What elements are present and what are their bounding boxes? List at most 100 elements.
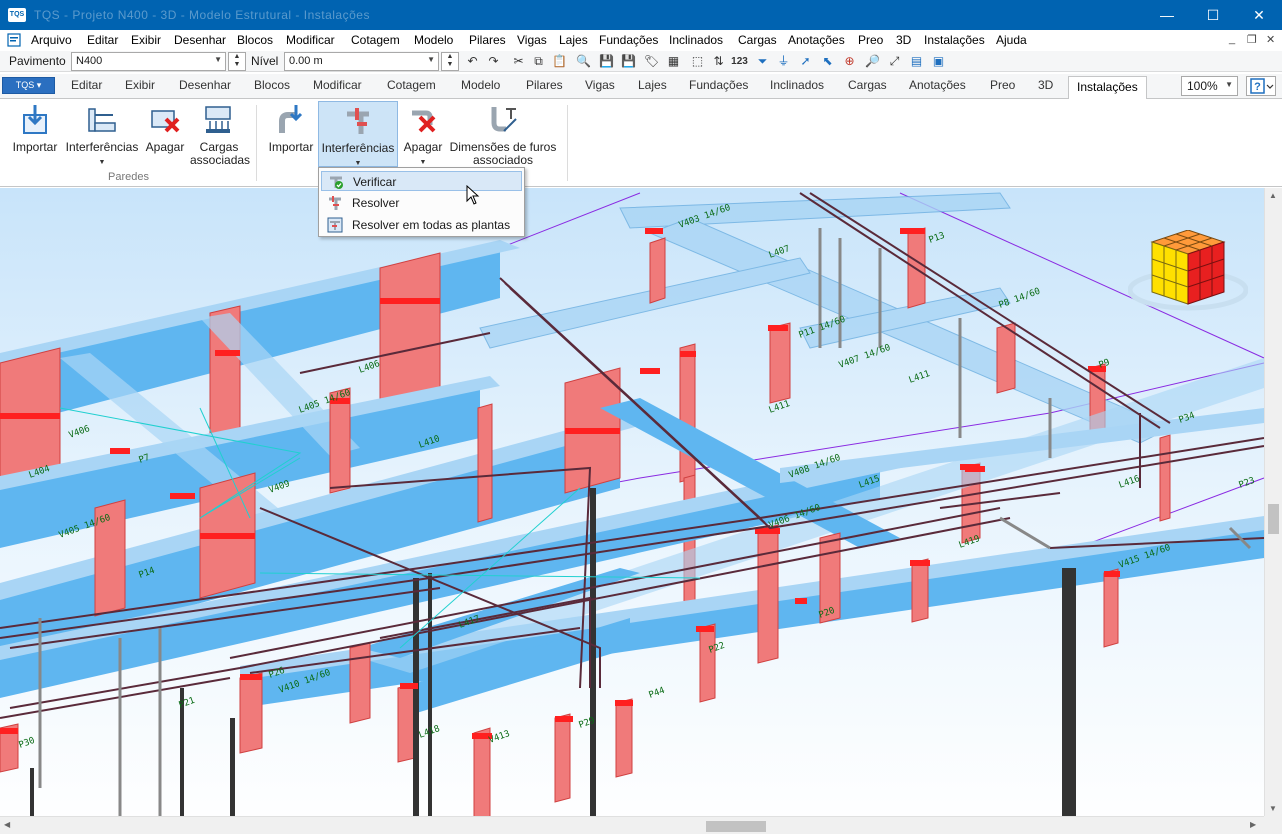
menu-modificar[interactable]: Modificar	[286, 33, 335, 47]
tab-cotagem[interactable]: Cotagem	[387, 78, 436, 92]
3d-viewport[interactable]: V403 14/60 L407 P13 P11 14/60 V407 14/60…	[0, 188, 1282, 834]
pipe-interference-icon	[341, 104, 375, 138]
menu-modelo[interactable]: Modelo	[414, 33, 453, 47]
minimize-button[interactable]: —	[1144, 0, 1190, 30]
nivel-select[interactable]: 0.00 m ▼	[284, 52, 439, 71]
menu-cargas[interactable]: Cargas	[738, 33, 777, 47]
document-icon[interactable]	[7, 33, 23, 48]
save-all-icon[interactable]: 💾	[620, 53, 637, 70]
tab-editar[interactable]: Editar	[71, 78, 102, 92]
save-icon[interactable]: 💾	[598, 53, 615, 70]
redo-icon[interactable]: ↷	[485, 53, 502, 70]
undo-icon[interactable]: ↶	[464, 53, 481, 70]
menu-vigas[interactable]: Vigas	[517, 33, 547, 47]
menu-anotacoes[interactable]: Anotações	[788, 33, 845, 47]
horizontal-scrollbar[interactable]: ◀ ▶	[0, 816, 1264, 834]
tubulacoes-importar-button[interactable]: Importar	[264, 101, 318, 154]
menu-ajuda[interactable]: Ajuda	[996, 33, 1027, 47]
tubulacoes-interferencias-button[interactable]: Interferências ▼	[318, 101, 398, 167]
nivel-spinner[interactable]: ▲ ▼	[441, 52, 459, 71]
tab-exibir[interactable]: Exibir	[125, 78, 155, 92]
tab-pilares[interactable]: Pilares	[526, 78, 563, 92]
tab-vigas[interactable]: Vigas	[585, 78, 615, 92]
mouse-cursor-icon	[466, 185, 480, 205]
tag-icon[interactable]: 🏷	[643, 53, 660, 70]
tab-desenhar[interactable]: Desenhar	[179, 78, 231, 92]
mdi-close-button[interactable]: ✕	[1266, 33, 1275, 46]
paredes-apagar-button[interactable]: Apagar	[142, 101, 188, 154]
tubulacoes-apagar-button[interactable]: Apagar ▼	[400, 101, 446, 169]
tab-inclinados[interactable]: Inclinados	[770, 78, 824, 92]
menu-item-resolver[interactable]: Resolver	[321, 193, 522, 213]
redraw-icon[interactable]: ▣	[930, 53, 947, 70]
maximize-button[interactable]: ☐	[1190, 0, 1236, 30]
layers-icon[interactable]: ▦	[665, 53, 682, 70]
tab-cargas[interactable]: Cargas	[848, 78, 887, 92]
tab-lajes[interactable]: Lajes	[638, 78, 667, 92]
vertical-scrollbar[interactable]: ▲ ▼	[1264, 188, 1282, 818]
menu-pilares[interactable]: Pilares	[469, 33, 506, 47]
tab-3d[interactable]: 3D	[1038, 78, 1053, 92]
paste-icon[interactable]: 📋	[551, 53, 568, 70]
scroll-left-icon[interactable]: ◀	[4, 820, 10, 829]
menu-item-resolver-todas[interactable]: Resolver em todas as plantas	[321, 215, 522, 235]
horizontal-scroll-thumb[interactable]	[706, 821, 766, 832]
menu-blocos[interactable]: Blocos	[237, 33, 273, 47]
paredes-interferencias-button[interactable]: Interferências ▼	[64, 101, 140, 169]
tab-modificar[interactable]: Modificar	[313, 78, 362, 92]
menu-arquivo[interactable]: Arquivo	[31, 33, 72, 47]
cut-icon[interactable]: ✂	[510, 53, 527, 70]
zoom-all-icon[interactable]: ⤢	[886, 53, 903, 70]
dimensoes-furos-button[interactable]: Dimensões de furos associados	[448, 101, 558, 167]
menu-fundacoes[interactable]: Fundações	[599, 33, 658, 47]
interferencias-dropdown-menu: Verificar Resolver Resolver em todas as …	[318, 167, 525, 237]
vertical-scroll-thumb[interactable]	[1268, 504, 1279, 534]
pan-icon[interactable]: ▤	[908, 53, 925, 70]
menu-editar[interactable]: Editar	[87, 33, 118, 47]
pavimento-select[interactable]: N400 ▼	[71, 52, 226, 71]
menu-desenhar[interactable]: Desenhar	[174, 33, 226, 47]
mdi-minimize-button[interactable]: _	[1229, 33, 1235, 45]
tab-anotacoes[interactable]: Anotações	[909, 78, 966, 92]
zoom-select[interactable]: 100% ▼	[1181, 76, 1238, 96]
mdi-restore-button[interactable]: ❐	[1247, 33, 1257, 46]
numbering-button[interactable]: 123	[731, 53, 748, 70]
menu-cotagem[interactable]: Cotagem	[351, 33, 400, 47]
menu-instalacoes[interactable]: Instalações	[924, 33, 985, 47]
menu-preo[interactable]: Preo	[858, 33, 883, 47]
menu-lajes[interactable]: Lajes	[559, 33, 588, 47]
navigation-cube-icon[interactable]	[1128, 230, 1248, 320]
tab-blocos[interactable]: Blocos	[254, 78, 290, 92]
help-button[interactable]: ?	[1246, 76, 1276, 96]
zoom-icon[interactable]: 🔎	[864, 53, 881, 70]
close-button[interactable]: ✕	[1236, 0, 1282, 30]
filter-icon[interactable]: ⏷	[754, 53, 771, 70]
copy-icon[interactable]: ⧉	[530, 53, 547, 70]
frame-icon[interactable]: ⬚	[689, 53, 706, 70]
scroll-right-icon[interactable]: ▶	[1250, 820, 1256, 829]
tab-fundacoes[interactable]: Fundações	[689, 78, 748, 92]
menu-3d[interactable]: 3D	[896, 33, 911, 47]
zoom-window-icon[interactable]: ⊕	[841, 53, 858, 70]
svg-text:P44: P44	[648, 686, 667, 701]
chevron-down-icon: ▼	[427, 55, 435, 64]
menu-inclinados[interactable]: Inclinados	[669, 33, 723, 47]
arrow-icon[interactable]: ➚	[797, 53, 814, 70]
mirror-icon[interactable]: ⏚	[775, 53, 792, 70]
cursor-icon[interactable]: ⬉	[819, 53, 836, 70]
scroll-down-icon[interactable]: ▼	[1269, 804, 1277, 813]
menu-exibir[interactable]: Exibir	[131, 33, 161, 47]
tab-instalacoes[interactable]: Instalações	[1068, 76, 1147, 100]
menu-item-verificar[interactable]: Verificar	[321, 171, 522, 191]
tab-modelo[interactable]: Modelo	[461, 78, 500, 92]
align-icon[interactable]: ⇅	[710, 53, 727, 70]
pavimento-label: Pavimento	[9, 54, 66, 68]
cargas-associadas-button[interactable]: Cargas associadas	[190, 101, 250, 167]
pavimento-spinner[interactable]: ▲ ▼	[228, 52, 246, 71]
scroll-up-icon[interactable]: ▲	[1269, 191, 1277, 200]
tab-preo[interactable]: Preo	[990, 78, 1015, 92]
tubulacoes-interferencias-label: Interferências	[321, 141, 395, 155]
paredes-importar-button[interactable]: Importar	[8, 101, 62, 154]
find-icon[interactable]: 🔍	[575, 53, 592, 70]
application-menu-button[interactable]: TQS ▾	[2, 77, 55, 94]
